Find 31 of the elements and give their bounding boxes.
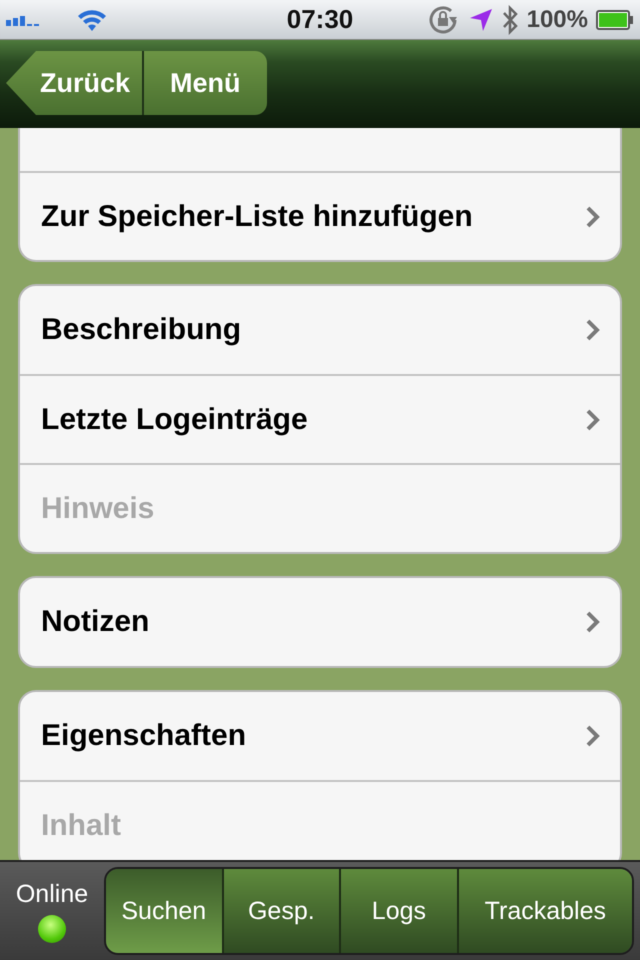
bluetooth-icon bbox=[500, 4, 519, 34]
tab[interactable]: Logs bbox=[339, 869, 457, 953]
chevron-icon bbox=[586, 319, 600, 341]
row-label: Beschreibung bbox=[41, 313, 242, 347]
clock-time: 07:30 bbox=[286, 4, 354, 35]
menu-row[interactable]: Beschreibung bbox=[20, 286, 620, 374]
row-label: Inhalt bbox=[41, 808, 121, 842]
row-label: Letzte Logeinträge bbox=[41, 402, 308, 436]
chevron-icon bbox=[586, 725, 600, 747]
chevron-icon bbox=[586, 206, 600, 228]
row-label: Eigenschaften bbox=[41, 719, 246, 753]
back-button[interactable]: Zurück bbox=[6, 51, 144, 115]
chevron-icon bbox=[586, 611, 600, 633]
row-label: Notizen bbox=[41, 605, 150, 639]
location-arrow-icon bbox=[468, 8, 493, 32]
chevron-icon bbox=[586, 408, 600, 430]
tab[interactable]: Gesp. bbox=[222, 869, 340, 953]
wifi-icon bbox=[76, 8, 108, 32]
row-label: Hinweis bbox=[41, 492, 154, 526]
row-label: Zur Speicher-Liste hinzufügen bbox=[41, 200, 473, 234]
menu-row[interactable]: Eigenschaften bbox=[20, 692, 620, 780]
menu-button[interactable]: Menü bbox=[144, 51, 267, 115]
battery-icon bbox=[596, 10, 634, 30]
menu-row[interactable]: Zur Speicher-Liste hinzufügen bbox=[20, 171, 620, 260]
battery-percent: 100% bbox=[526, 6, 588, 34]
tab[interactable]: Trackables bbox=[456, 869, 632, 953]
signal-icon bbox=[6, 14, 40, 26]
menu-row[interactable]: Letzte Logeinträge bbox=[20, 374, 620, 463]
online-label: Online bbox=[16, 880, 88, 908]
tab[interactable]: Suchen bbox=[106, 869, 222, 953]
menu-row[interactable]: Notizen bbox=[20, 578, 620, 666]
